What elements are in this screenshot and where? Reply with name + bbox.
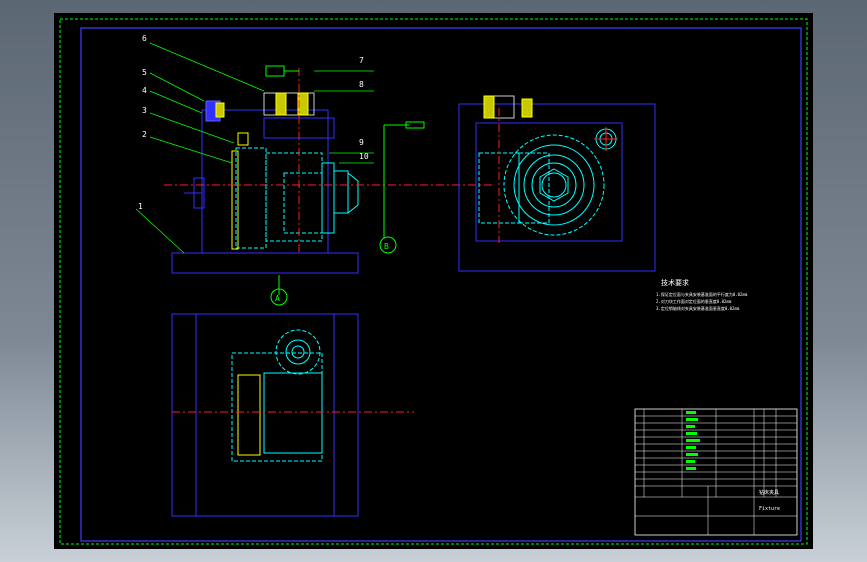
drawing-frame	[80, 27, 802, 542]
callout-6: 6	[142, 34, 147, 43]
notes-title: 技术要求	[661, 278, 689, 287]
top-view	[171, 313, 414, 517]
side-view	[458, 95, 656, 272]
title-block: 钻床夹具 Fixture	[634, 408, 798, 536]
section-mark-a-label: A	[275, 294, 280, 303]
drawing-svg: 6 5 4 3 2 1 7 8 9 10 A B 技术要求 1.保证定位面与夹具…	[59, 18, 808, 545]
section-mark-b-label: B	[384, 242, 389, 251]
callout-9: 9	[359, 138, 364, 147]
front-view	[164, 65, 494, 295]
technical-notes: 技术要求 1.保证定位面与夹具安装基准面的平行度为0.02mm 2.对刀块工作面…	[656, 278, 748, 311]
callout-3: 3	[142, 106, 147, 115]
callout-10: 10	[359, 152, 369, 161]
drawing-name: 钻床夹具	[759, 489, 779, 496]
callout-7: 7	[359, 56, 364, 65]
note-line-3: 3.定位销轴线对夹具安装基准面垂直度0.02mm	[656, 305, 740, 311]
callout-1: 1	[138, 202, 143, 211]
cad-viewport[interactable]: 6 5 4 3 2 1 7 8 9 10 A B 技术要求 1.保证定位面与夹具…	[0, 0, 867, 562]
callout-8: 8	[359, 80, 364, 89]
drawing-canvas[interactable]: 6 5 4 3 2 1 7 8 9 10 A B 技术要求 1.保证定位面与夹具…	[54, 13, 813, 549]
callout-4: 4	[142, 86, 147, 95]
callout-2: 2	[142, 130, 147, 139]
callout-5: 5	[142, 68, 147, 77]
note-line-1: 1.保证定位面与夹具安装基准面的平行度为0.02mm	[656, 291, 748, 297]
drawing-number: Fixture	[759, 506, 780, 512]
note-line-2: 2.对刀块工作面对定位面的垂直度0.02mm	[656, 298, 732, 304]
